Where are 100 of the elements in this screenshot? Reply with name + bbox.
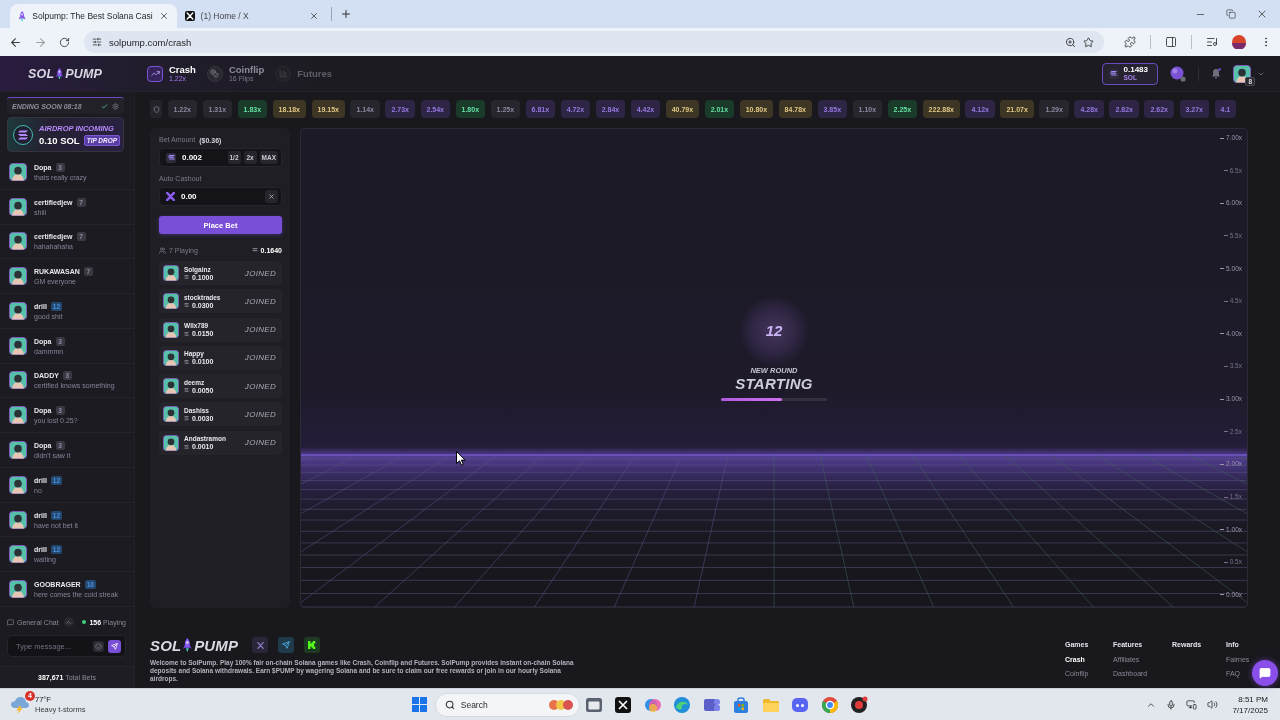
media-controls-icon[interactable] bbox=[1206, 36, 1218, 48]
user-avatar bbox=[163, 434, 179, 451]
logo-text: PUMP bbox=[65, 66, 103, 81]
microphone-icon[interactable] bbox=[1166, 699, 1177, 710]
solana-icon bbox=[184, 359, 189, 364]
trend-chart-icon bbox=[147, 65, 163, 82]
user-avatar bbox=[9, 162, 27, 181]
shield-icon[interactable] bbox=[150, 100, 162, 118]
paper-plane-icon bbox=[282, 641, 291, 649]
logo-text: PUMP bbox=[194, 636, 239, 654]
user-avatar bbox=[9, 510, 27, 529]
solana-icon bbox=[251, 247, 258, 253]
emoji-button[interactable] bbox=[93, 640, 104, 652]
player-status: JOINED bbox=[244, 410, 276, 419]
player-status: JOINED bbox=[244, 381, 276, 391]
close-icon[interactable] bbox=[1256, 8, 1268, 20]
airdrop-amount: 0.10 SOL bbox=[39, 134, 80, 146]
clock-date: 7/17/2025 bbox=[1232, 704, 1268, 716]
send-button[interactable] bbox=[108, 639, 121, 653]
display-icon[interactable] bbox=[1186, 699, 1198, 710]
user-avatar bbox=[163, 293, 179, 310]
room-toggle-button[interactable] bbox=[63, 617, 74, 627]
solana-icon bbox=[184, 444, 189, 449]
auto-cashout-field[interactable]: 0.00 bbox=[159, 187, 282, 206]
record-icon[interactable] bbox=[850, 695, 869, 714]
extensions-icon[interactable] bbox=[1124, 36, 1136, 48]
reload-icon[interactable] bbox=[59, 36, 70, 48]
bell-icon[interactable] bbox=[1211, 68, 1221, 79]
search-field[interactable]: Search bbox=[434, 692, 580, 717]
restore-icon[interactable] bbox=[1226, 9, 1236, 19]
user-avatar bbox=[163, 349, 179, 366]
profile-avatar[interactable] bbox=[1232, 35, 1246, 49]
window-icon[interactable] bbox=[584, 695, 603, 714]
online-dot-icon bbox=[82, 620, 87, 624]
logo-text: SOL bbox=[28, 66, 55, 81]
check-icon bbox=[101, 102, 108, 110]
social-button[interactable] bbox=[278, 637, 295, 653]
start-icon[interactable] bbox=[411, 697, 427, 712]
face-tile-icon[interactable] bbox=[791, 695, 810, 714]
rocket-favicon-icon bbox=[18, 10, 27, 22]
clear-button[interactable] bbox=[265, 190, 278, 203]
bookmark-star-icon[interactable] bbox=[1083, 36, 1094, 48]
user-avatar bbox=[9, 545, 27, 564]
address-bar[interactable]: solpump.com/crash bbox=[84, 31, 1104, 53]
logo-text: SOL bbox=[150, 636, 182, 654]
user-avatar bbox=[9, 580, 27, 599]
side-panel-icon[interactable] bbox=[1165, 36, 1177, 48]
search-icon bbox=[444, 699, 455, 710]
zoom-icon[interactable] bbox=[1065, 36, 1076, 48]
player-status: JOINED bbox=[244, 268, 276, 278]
user-avatar bbox=[163, 265, 179, 281]
sphere-icon[interactable] bbox=[1170, 65, 1186, 82]
user-avatar bbox=[163, 406, 179, 423]
solana-icon bbox=[184, 274, 189, 280]
site-info-icon[interactable] bbox=[92, 37, 102, 47]
browser-logo-icon[interactable] bbox=[820, 695, 839, 714]
solana-icon bbox=[184, 388, 189, 393]
user-avatar bbox=[9, 475, 27, 494]
solana-coin-icon bbox=[13, 124, 33, 145]
smiley-icon bbox=[95, 642, 102, 650]
solana-icon bbox=[184, 331, 189, 336]
user-avatar bbox=[9, 267, 27, 286]
wave-logo-icon[interactable] bbox=[673, 695, 692, 714]
countdown-number: 12 bbox=[765, 322, 783, 339]
gear-icon[interactable] bbox=[112, 102, 119, 110]
send-icon bbox=[111, 642, 118, 650]
user-avatar bbox=[9, 371, 27, 390]
storm-cloud-icon bbox=[10, 695, 30, 714]
user-avatar bbox=[163, 378, 179, 395]
solana-icon bbox=[184, 303, 189, 308]
user-avatar bbox=[9, 336, 27, 355]
chat-button[interactable] bbox=[1252, 660, 1278, 686]
close-icon[interactable] bbox=[158, 11, 169, 21]
solana-icon bbox=[166, 152, 176, 163]
chat-icon bbox=[1259, 667, 1271, 679]
k-logo-icon bbox=[308, 641, 317, 649]
x-logo-icon bbox=[256, 641, 264, 649]
coin-icon bbox=[206, 65, 223, 82]
rocket-logo-icon bbox=[55, 67, 65, 80]
x-logo-icon[interactable] bbox=[614, 695, 633, 714]
player-status: JOINED bbox=[244, 353, 276, 363]
close-icon[interactable] bbox=[308, 11, 319, 21]
rocket-logo-icon bbox=[182, 637, 194, 653]
browser-tab[interactable]: (1) Home / X bbox=[176, 4, 327, 28]
shopping-bag-icon[interactable] bbox=[732, 695, 751, 714]
x-favicon-icon bbox=[184, 11, 195, 21]
player-status: JOINED bbox=[244, 438, 276, 448]
back-icon[interactable] bbox=[9, 35, 22, 49]
user-avatar bbox=[9, 232, 27, 251]
speaker-icon[interactable] bbox=[1207, 699, 1219, 710]
solana-icon bbox=[184, 416, 189, 421]
bar-chart-icon bbox=[275, 65, 292, 82]
clock-time: 8:51 PM bbox=[1238, 693, 1268, 705]
new-tab-icon[interactable] bbox=[339, 8, 352, 20]
browser-tab[interactable]: Solpump: The Best Solana Casi bbox=[10, 4, 177, 28]
close-icon bbox=[268, 193, 275, 200]
user-avatar bbox=[163, 321, 179, 338]
chevron-up-icon bbox=[65, 618, 73, 626]
profile-avatar[interactable] bbox=[1233, 64, 1251, 83]
social-button[interactable] bbox=[304, 637, 321, 653]
